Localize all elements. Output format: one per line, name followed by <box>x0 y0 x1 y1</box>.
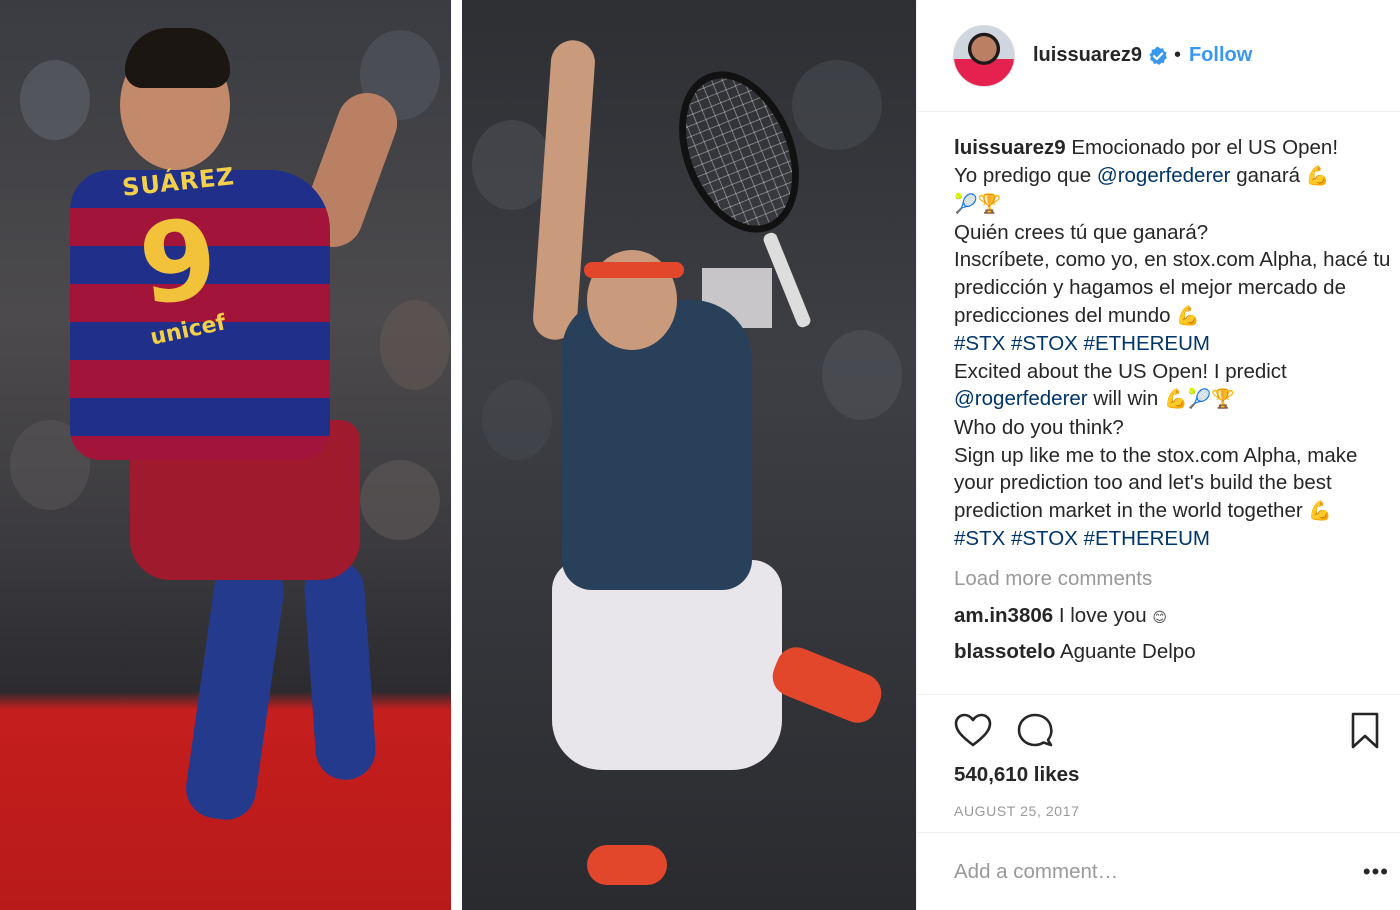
caption-text: Inscríbete, como yo, en stox.com Alpha, … <box>954 248 1391 327</box>
tennis-player-shorts <box>552 560 782 770</box>
comment-text: Aguante Delpo <box>1059 639 1196 663</box>
caption-username[interactable]: luissuarez9 <box>954 136 1066 159</box>
footballer-photo: SUÁREZ 9 unicef <box>0 0 451 910</box>
caption-text: Excited about the US Open! I predict <box>954 359 1287 383</box>
comments-section: luissuarez9 Emocionado por el US Open! Y… <box>954 134 1394 665</box>
post-date[interactable]: AUGUST 25, 2017 <box>954 803 1079 819</box>
comment-bubble-icon[interactable] <box>1015 711 1055 751</box>
follow-button[interactable]: Follow <box>1189 44 1252 67</box>
verified-badge-icon <box>1149 46 1167 65</box>
footballer-hair <box>125 28 230 88</box>
mention-link[interactable]: @rogerfederer <box>954 387 1088 410</box>
flexed-biceps-icon: 💪 <box>1308 499 1333 522</box>
hashtag-link[interactable]: #STOX <box>1011 527 1078 550</box>
tennis-player-shirt <box>562 300 752 590</box>
smile-icon: 😊 <box>1152 609 1167 626</box>
caption-text: will win <box>1093 387 1159 411</box>
hashtag-link[interactable]: #STOX <box>1011 332 1078 355</box>
add-comment-bar: ••• <box>917 832 1400 910</box>
username-link[interactable]: luissuarez9 <box>1033 44 1142 67</box>
separator-dot: • <box>1173 44 1181 66</box>
tennis-player-headband <box>584 262 684 278</box>
jersey-number: 9 <box>133 194 224 330</box>
avatar[interactable] <box>953 24 1015 87</box>
action-icons <box>953 711 1385 751</box>
bookmark-icon[interactable] <box>1345 711 1385 751</box>
post-actions: 540,610 likes AUGUST 25, 2017 <box>917 694 1400 819</box>
mention-link[interactable]: @rogerfederer <box>1097 164 1231 187</box>
crowd-figure <box>20 60 90 140</box>
hashtag-link[interactable]: #STX <box>954 527 1005 550</box>
trophy-icon: 🏆 <box>977 193 1002 216</box>
post-header: luissuarez9 • Follow <box>917 0 1400 112</box>
caption-text: Quién crees tú que ganará? <box>954 220 1209 244</box>
tennis-racket-icon: 🎾 <box>954 193 978 216</box>
flexed-biceps-icon: 💪 <box>1305 164 1330 187</box>
tennis-racket-icon: 🎾 <box>1187 388 1212 411</box>
caption-text: Who do you think? <box>954 415 1124 439</box>
collage-divider <box>451 0 462 910</box>
flexed-biceps-icon: 💪 <box>1163 388 1188 411</box>
hashtag-link[interactable]: #ETHEREUM <box>1084 332 1210 355</box>
likes-count[interactable]: 540,610 likes <box>954 763 1079 787</box>
load-more-comments-button[interactable]: Load more comments <box>954 567 1394 591</box>
tennis-player-photo <box>462 0 916 910</box>
post-caption: luissuarez9 Emocionado por el US Open! Y… <box>954 134 1394 553</box>
hashtag-link[interactable]: #STX <box>954 332 1005 355</box>
heart-icon[interactable] <box>953 711 993 751</box>
footballer-leg <box>302 558 378 782</box>
caption-text: Yo predigo que <box>954 163 1092 187</box>
tennis-shoe <box>766 641 888 729</box>
caption-text: ganará <box>1236 163 1301 187</box>
hashtag-link[interactable]: #ETHEREUM <box>1084 527 1210 550</box>
comment-item: blassotelo Aguante Delpo <box>954 639 1394 665</box>
comment-item: am.in3806 I love you 😊 <box>954 603 1394 631</box>
crowd-figure <box>482 380 552 460</box>
caption-text: Sign up like me to the stox.com Alpha, m… <box>954 443 1358 522</box>
crowd-figure <box>792 60 882 150</box>
comment-username[interactable]: blassotelo <box>954 640 1055 663</box>
post-image[interactable]: SUÁREZ 9 unicef <box>0 0 916 910</box>
crowd-figure <box>360 460 440 540</box>
post-sidebar: luissuarez9 • Follow luissuarez9 Emocion… <box>916 0 1400 910</box>
crowd-figure <box>380 300 450 390</box>
trophy-icon: 🏆 <box>1211 388 1235 411</box>
comment-username[interactable]: am.in3806 <box>954 604 1053 627</box>
crowd-figure <box>822 330 902 420</box>
more-options-icon[interactable]: ••• <box>1363 861 1389 883</box>
caption-text: Emocionado por el US Open! <box>1071 136 1339 159</box>
tennis-shoe <box>587 845 667 885</box>
comment-input[interactable] <box>954 859 1314 884</box>
comment-text: I love you <box>1058 603 1147 627</box>
crowd-figure <box>472 120 552 210</box>
footballer-leg <box>182 556 288 824</box>
flexed-biceps-icon: 💪 <box>1176 304 1200 327</box>
